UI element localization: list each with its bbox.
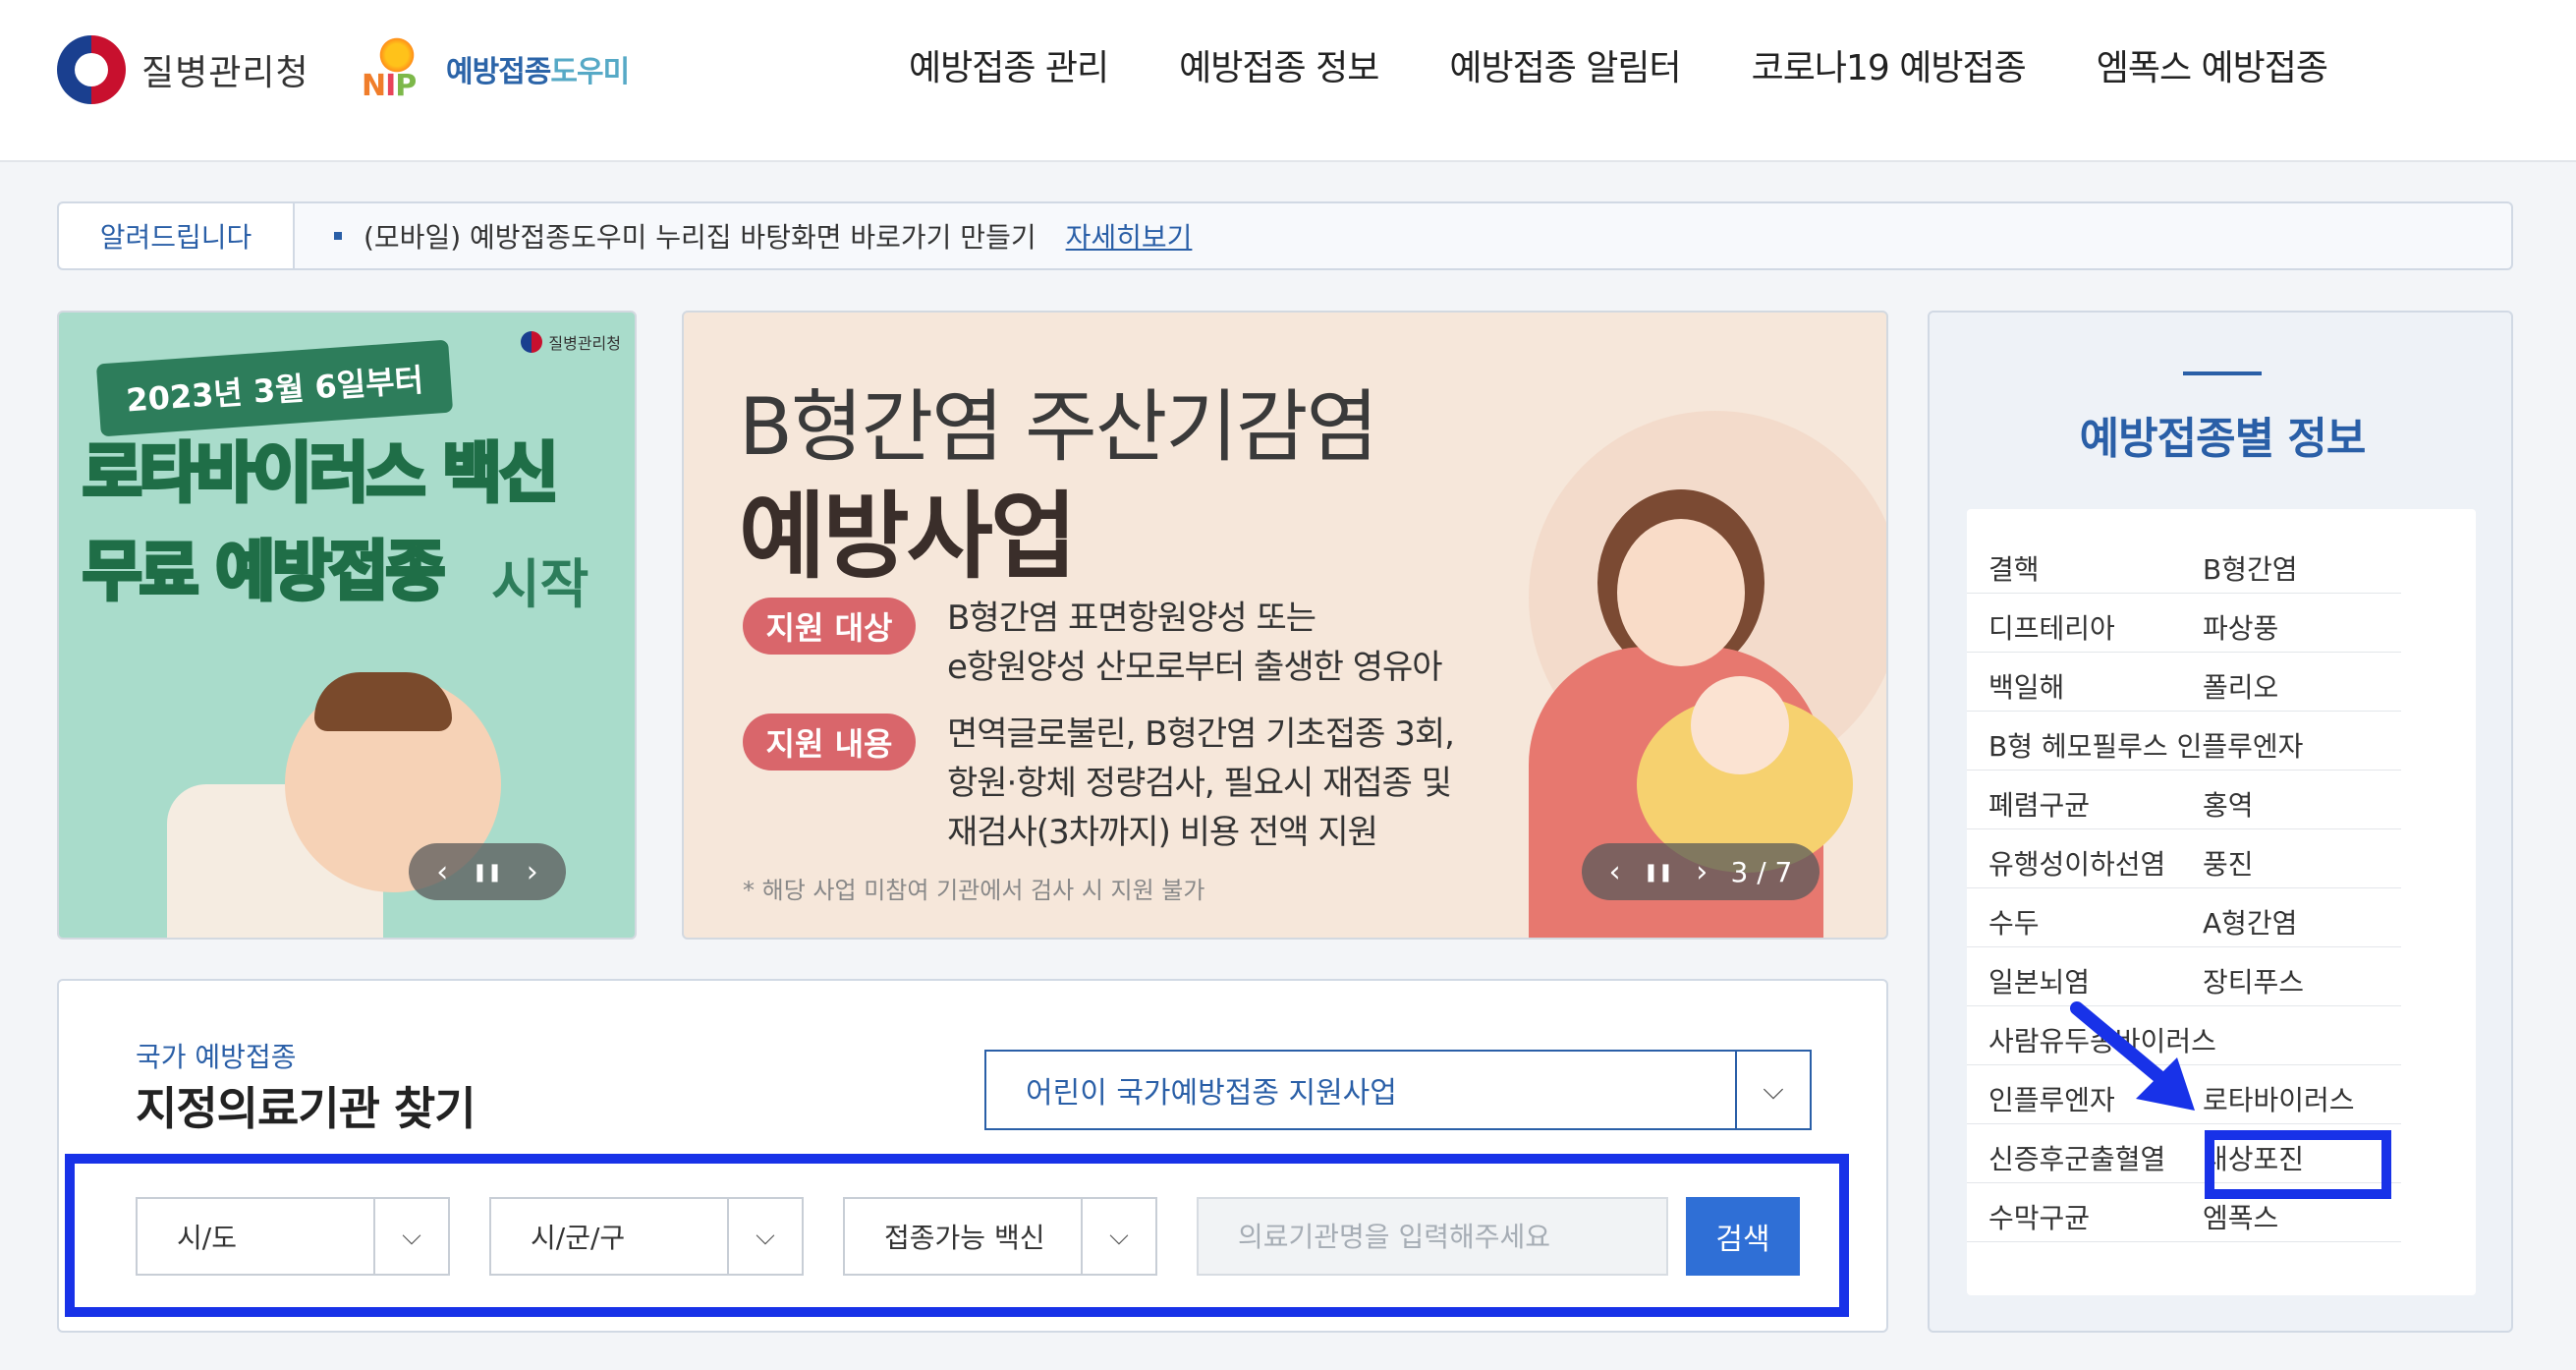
banner-title-line2: 예방사업 xyxy=(739,482,1077,592)
vaccine-link[interactable]: 홍역 xyxy=(2203,784,2254,824)
hepb-banner[interactable]: B형간염 주산기감염 예방사업 지원 대상 B형간염 표면항원양성 또는 e항원… xyxy=(682,311,1888,940)
vaccine-link[interactable]: 엠폭스 xyxy=(2203,1197,2278,1236)
search-subtitle: 국가 예방접종 xyxy=(136,1041,297,1073)
nav-vaccination-notice[interactable]: 예방접종 알림터 xyxy=(1449,39,1681,90)
notice-label: 알려드립니다 xyxy=(59,203,295,268)
support-target-desc: B형간염 표면항원양성 또는 e항원양성 산모로부터 출생한 영유아 xyxy=(947,599,1443,687)
search-title: 지정의료기관 찾기 xyxy=(136,1082,476,1135)
vaccine-row: B형 헤모필루스 인플루엔자 xyxy=(1967,712,2401,771)
highlight-shingles xyxy=(2205,1130,2391,1199)
banner-org-logo: 질병관리청 xyxy=(521,330,621,354)
vaccine-link[interactable]: 디프테리아 xyxy=(1988,607,2115,647)
next-arrow-icon[interactable]: › xyxy=(527,855,538,889)
banner-title-line2: 무료 예방접종 xyxy=(81,532,447,611)
vaccine-link[interactable]: B형간염 xyxy=(2203,548,2298,588)
nip-logo-text: 예방접종도우미 xyxy=(446,55,630,89)
program-select-value: 어린이 국가예방접종 지원사업 xyxy=(1026,1076,1397,1111)
vaccine-row: 유행성이하선염 풍진 xyxy=(1967,829,2401,888)
vaccine-link[interactable]: 폐렴구균 xyxy=(1988,784,2090,824)
vaccine-row: 일본뇌염 장티푸스 xyxy=(1967,947,2401,1006)
vaccine-link[interactable]: 결핵 xyxy=(1988,548,2040,588)
vaccine-link[interactable]: 수막구균 xyxy=(1988,1197,2090,1236)
nav-covid19[interactable]: 코로나19 예방접종 xyxy=(1752,39,2027,90)
banner-note: * 해당 사업 미참여 기관에서 검사 시 지원 불가 xyxy=(743,877,1205,904)
notice-more-link[interactable]: 자세히보기 xyxy=(1066,216,1193,256)
title-divider xyxy=(2183,371,2262,375)
left-slider-controls: ‹ ❚❚ › xyxy=(409,843,566,900)
nip-sun-icon: NIP xyxy=(360,35,436,103)
program-select[interactable]: 어린이 국가예방접종 지원사업 ⌵ xyxy=(984,1050,1812,1130)
vaccine-link[interactable]: A형간염 xyxy=(2203,902,2297,942)
kdca-logo-text: 질병관리청 xyxy=(141,53,309,93)
prev-arrow-icon[interactable]: ‹ xyxy=(436,855,448,889)
vaccine-row: 백일해 폴리오 xyxy=(1967,653,2401,712)
slide-counter: 3 / 7 xyxy=(1730,855,1793,888)
vaccine-link[interactable]: 백일해 xyxy=(1988,666,2064,706)
vaccine-info-title: 예방접종별 정보 xyxy=(2079,414,2367,464)
vaccine-row: 수두 A형간염 xyxy=(1967,888,2401,947)
center-slider-controls: ‹ ❚❚ › 3 / 7 xyxy=(1582,843,1820,900)
kdca-logo[interactable]: 질병관리청 xyxy=(57,35,309,104)
notice-text[interactable]: (모바일) 예방접종도우미 누리집 바탕화면 바로가기 만들기 xyxy=(364,216,1036,256)
taeguk-icon xyxy=(57,35,126,104)
vaccine-link[interactable]: 일본뇌염 xyxy=(1988,961,2090,1000)
support-content-tag: 지원 내용 xyxy=(743,714,916,771)
support-target-tag: 지원 대상 xyxy=(743,598,916,655)
vaccine-link[interactable]: 폴리오 xyxy=(2203,666,2278,706)
prev-arrow-icon[interactable]: ‹ xyxy=(1609,855,1621,889)
banner-title-line3: 시작 xyxy=(491,553,589,615)
vaccine-row: 결핵 B형간염 xyxy=(1967,535,2401,594)
vaccine-link[interactable]: 신증후군출혈열 xyxy=(1988,1138,2165,1177)
pause-icon[interactable]: ❚❚ xyxy=(473,862,502,883)
rotavirus-banner[interactable]: 질병관리청 2023년 3월 6일부터 로타바이러스 백신 무료 예방접종 시작… xyxy=(57,311,637,940)
highlight-search-filters xyxy=(65,1154,1849,1317)
vaccine-link[interactable]: 장티푸스 xyxy=(2203,961,2304,1000)
annotation-arrow-icon xyxy=(2070,1001,2195,1111)
vaccine-row: 디프테리아 파상풍 xyxy=(1967,594,2401,653)
vaccine-link[interactable]: 풍진 xyxy=(2203,843,2254,883)
pause-icon[interactable]: ❚❚ xyxy=(1644,862,1673,883)
nav-mpox[interactable]: 엠폭스 예방접종 xyxy=(2097,39,2328,90)
support-content-desc: 면역글로불린, B형간염 기초접종 3회, 항원·항체 정량검사, 필요시 재접… xyxy=(947,714,1455,852)
vaccine-link[interactable]: 유행성이하선염 xyxy=(1988,843,2165,883)
banner-title-line1: 로타바이러스 백신 xyxy=(81,433,561,513)
main-nav: 예방접종 관리 예방접종 정보 예방접종 알림터 코로나19 예방접종 엠폭스 … xyxy=(909,39,2328,90)
chevron-down-icon[interactable]: ⌵ xyxy=(1735,1052,1810,1128)
nav-vaccination-info[interactable]: 예방접종 정보 xyxy=(1179,39,1379,90)
vaccine-link[interactable]: B형 헤모필루스 인플루엔자 xyxy=(1988,725,2303,765)
vaccine-link[interactable]: 로타바이러스 xyxy=(2203,1079,2355,1118)
header: 질병관리청 NIP 예방접종도우미 예방접종 관리 예방접종 정보 예방접종 알… xyxy=(0,0,2576,162)
vaccine-row: 폐렴구균 홍역 xyxy=(1967,771,2401,829)
next-arrow-icon[interactable]: › xyxy=(1696,855,1708,889)
nav-vaccination-management[interactable]: 예방접종 관리 xyxy=(909,39,1109,90)
vaccine-link[interactable]: 수두 xyxy=(1988,902,2040,942)
vaccine-link[interactable]: 파상풍 xyxy=(2203,607,2278,647)
taeguk-icon xyxy=(521,331,543,353)
nip-logo[interactable]: NIP 예방접종도우미 xyxy=(360,35,630,103)
bullet-icon xyxy=(334,232,342,240)
notice-bar: 알려드립니다 (모바일) 예방접종도우미 누리집 바탕화면 바로가기 만들기 자… xyxy=(57,201,2513,270)
